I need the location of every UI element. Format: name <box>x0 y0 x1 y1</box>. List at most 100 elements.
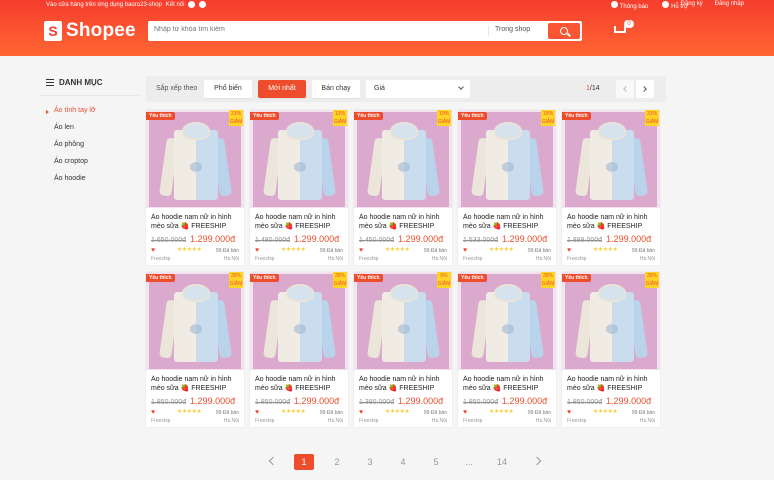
prev-page-icon[interactable] <box>268 456 278 466</box>
product-name[interactable]: Áo hoodie nam nữ in hình mèo sữa 🍓 FREES… <box>463 375 553 393</box>
category-item[interactable]: Áo phông <box>40 136 140 153</box>
favorite-badge: Yêu thích <box>458 274 487 282</box>
product-image[interactable]: Yêu thích 30% GIẢM <box>562 272 660 370</box>
facebook-icon[interactable] <box>188 1 196 8</box>
favorite-badge: Yêu thích <box>354 274 383 282</box>
product-image[interactable]: Yêu thích 30% GIẢM <box>146 272 244 370</box>
heart-icon[interactable]: ♥ <box>567 247 571 254</box>
heart-icon[interactable]: ♥ <box>567 409 571 416</box>
sale-price: 1.299.000đ <box>190 396 236 406</box>
product-image[interactable]: Yêu thích 12% GIẢM <box>250 110 348 208</box>
price-sort-select[interactable]: Giá <box>366 80 470 98</box>
sale-price: 1.299.000đ <box>502 396 548 406</box>
page-number-button[interactable]: 2 <box>327 454 347 470</box>
shipping-row: Freeship Hà Nội <box>151 256 239 262</box>
app-link[interactable]: Vào cửa hàng trên ứng dụng baoro23-shop <box>46 2 162 8</box>
product-name[interactable]: Áo hoodie nam nữ in hình mèo sữa 🍓 FREES… <box>463 213 553 231</box>
heart-icon[interactable]: ♥ <box>255 409 259 416</box>
location-label: Hà Nội <box>535 418 551 424</box>
category-sidebar: DANH MỤC Áo tình tay lỡ Áo len Áo phông Áo … <box>40 70 140 190</box>
heart-icon[interactable]: ♥ <box>255 247 259 254</box>
product-name[interactable]: Áo hoodie nam nữ in hình mèo sữa 🍓 FREES… <box>567 213 657 231</box>
page-number-button[interactable]: ... <box>459 454 479 470</box>
shipping-row: Freeship Hà Nội <box>255 418 343 424</box>
heart-icon[interactable]: ♥ <box>359 409 363 416</box>
product-image[interactable]: Yêu thích 15% GIẢM <box>458 110 556 208</box>
category-item[interactable]: Áo croptop <box>40 153 140 170</box>
sort-bestseller-button[interactable]: Bán chạy <box>312 80 360 98</box>
heart-icon[interactable]: ♥ <box>359 247 363 254</box>
search-scope-select[interactable]: Trong shop <box>488 26 530 36</box>
rating-stars-icon: ★★★★★ <box>281 247 306 253</box>
product-card[interactable]: Yêu thích 21% GIẢM Áo hoodie nam nữ in hìn… <box>146 110 244 265</box>
instagram-icon[interactable] <box>199 1 207 8</box>
product-image[interactable]: Yêu thích 10% GIẢM <box>354 110 452 208</box>
sold-count: 99 Đã bán <box>423 248 447 254</box>
original-price: 1.888.000đ <box>567 237 603 244</box>
category-item[interactable]: Áo hoodie <box>40 170 140 187</box>
product-card[interactable]: Yêu thích 10% GIẢM Áo hoodie nam nữ in hìn… <box>354 110 452 265</box>
discount-badge: 31% GIẢM <box>645 110 659 126</box>
product-name[interactable]: Áo hoodie nam nữ in hình mèo sữa 🍓 FREES… <box>359 213 449 231</box>
next-page-icon[interactable] <box>532 456 542 466</box>
cart-button[interactable]: 0 <box>614 20 634 36</box>
sort-popular-button[interactable]: Phổ biến <box>204 80 252 98</box>
page-number-button[interactable]: 3 <box>360 454 380 470</box>
heart-icon[interactable]: ♥ <box>463 247 467 254</box>
product-card[interactable]: Yêu thích 6% GIẢM Áo hoodie nam nữ in hình… <box>354 272 452 427</box>
product-name[interactable]: Áo hoodie nam nữ in hình mèo sữa 🍓 FREES… <box>359 375 449 393</box>
product-card[interactable]: Yêu thích 30% GIẢM Áo hoodie nam nữ in hìn… <box>562 272 660 427</box>
favorite-badge: Yêu thích <box>146 112 175 120</box>
category-item[interactable]: Áo len <box>40 119 140 136</box>
price-row: 1.650.000đ 1.299.000đ <box>151 234 235 244</box>
original-price: 1.850.000đ <box>567 399 603 406</box>
shipping-row: Freeship Hà Nội <box>567 256 655 262</box>
product-image[interactable]: Yêu thích 21% GIẢM <box>146 110 244 208</box>
product-card[interactable]: Yêu thích 30% GIẢM Áo hoodie nam nữ in hìn… <box>146 272 244 427</box>
page-number-button[interactable]: 4 <box>393 454 413 470</box>
product-name[interactable]: Áo hoodie nam nữ in hình mèo sữa 🍓 FREES… <box>567 375 657 393</box>
page-number-button[interactable]: 1 <box>294 454 314 470</box>
discount-badge: 12% GIẢM <box>333 110 347 126</box>
product-name[interactable]: Áo hoodie nam nữ in hình mèo sữa 🍓 FREES… <box>255 375 345 393</box>
sale-price: 1.299.000đ <box>606 396 652 406</box>
product-card[interactable]: Yêu thích 15% GIẢM Áo hoodie nam nữ in hìn… <box>458 110 556 265</box>
product-image[interactable]: Yêu thích 6% GIẢM <box>354 272 452 370</box>
shopee-logo[interactable]: S Shopee <box>44 20 136 42</box>
location-label: Hà Nội <box>223 418 239 424</box>
sale-price: 1.299.000đ <box>294 396 340 406</box>
logo-text: Shopee <box>66 20 136 41</box>
page-number-button[interactable]: 14 <box>492 454 512 470</box>
page-number-button[interactable]: 5 <box>426 454 446 470</box>
product-name[interactable]: Áo hoodie nam nữ in hình mèo sữa 🍓 FREES… <box>255 213 345 231</box>
product-image[interactable]: Yêu thích 31% GIẢM <box>562 110 660 208</box>
mini-prev-page-button[interactable] <box>616 80 634 98</box>
mini-next-page-button[interactable] <box>636 80 654 98</box>
sort-newest-button[interactable]: Mới nhất <box>258 80 306 98</box>
category-item[interactable]: Áo tình tay lỡ <box>40 102 140 119</box>
heart-icon[interactable]: ♥ <box>151 409 155 416</box>
rating-stars-icon: ★★★★★ <box>489 409 514 415</box>
notifications-link[interactable]: Thông báo <box>611 1 648 10</box>
search-button[interactable] <box>548 23 580 39</box>
sale-price: 1.299.000đ <box>398 234 444 244</box>
chevron-down-icon <box>458 84 464 90</box>
product-card[interactable]: Yêu thích 30% GIẢM Áo hoodie nam nữ in hìn… <box>458 272 556 427</box>
product-name[interactable]: Áo hoodie nam nữ in hình mèo sữa 🍓 FREES… <box>151 375 241 393</box>
product-image[interactable]: Yêu thích 30% GIẢM <box>458 272 556 370</box>
product-card[interactable]: Yêu thích 30% GIẢM Áo hoodie nam nữ in hìn… <box>250 272 348 427</box>
product-image[interactable]: Yêu thích 30% GIẢM <box>250 272 348 370</box>
product-card[interactable]: Yêu thích 31% GIẢM Áo hoodie nam nữ in hìn… <box>562 110 660 265</box>
top-navbar: Vào cửa hàng trên ứng dụng baoro23-shop … <box>0 0 774 10</box>
price-row: 1.850.000đ 1.299.000đ <box>151 396 235 406</box>
product-card[interactable]: Yêu thích 12% GIẢM Áo hoodie nam nữ in hìn… <box>250 110 348 265</box>
search-input[interactable] <box>154 26 474 33</box>
register-link[interactable]: Đăng ký <box>681 1 703 7</box>
product-name[interactable]: Áo hoodie nam nữ in hình mèo sữa 🍓 FREES… <box>151 213 241 231</box>
location-label: Hà Nội <box>223 256 239 262</box>
heart-icon[interactable]: ♥ <box>151 247 155 254</box>
heart-icon[interactable]: ♥ <box>463 409 467 416</box>
original-price: 1.850.000đ <box>463 399 499 406</box>
login-link[interactable]: Đăng nhập <box>715 1 744 7</box>
price-row: 1.850.000đ 1.299.000đ <box>255 396 339 406</box>
